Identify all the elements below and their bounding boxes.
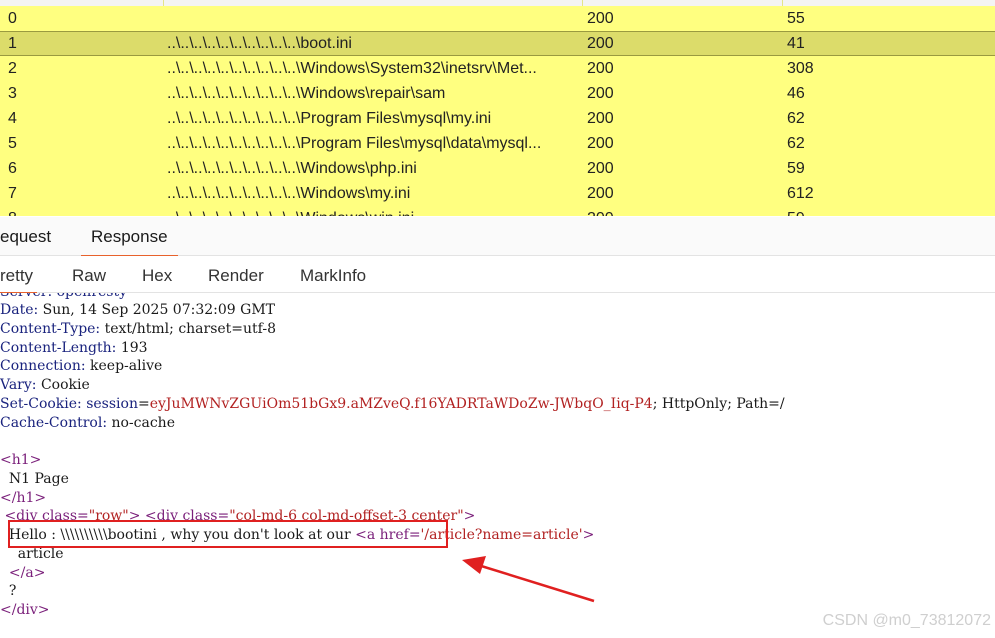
watermark: CSDN @m0_73812072 bbox=[822, 612, 991, 629]
arrow-annotation bbox=[462, 556, 595, 603]
arrow-head-icon bbox=[462, 556, 486, 574]
arrow-shaft bbox=[477, 563, 595, 603]
